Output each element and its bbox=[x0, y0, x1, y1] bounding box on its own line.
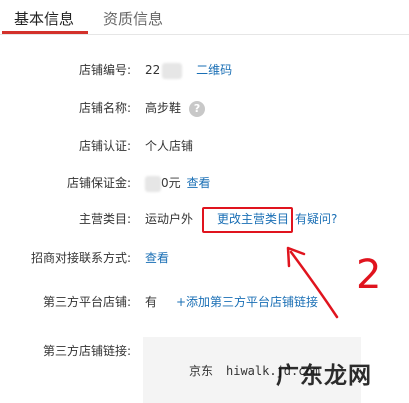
watermark-text: 广东龙网 bbox=[276, 363, 372, 389]
annotation-number: 2 bbox=[356, 252, 381, 298]
annotation-arrow bbox=[286, 246, 339, 319]
annotation-overlay: 2 bbox=[286, 246, 381, 319]
